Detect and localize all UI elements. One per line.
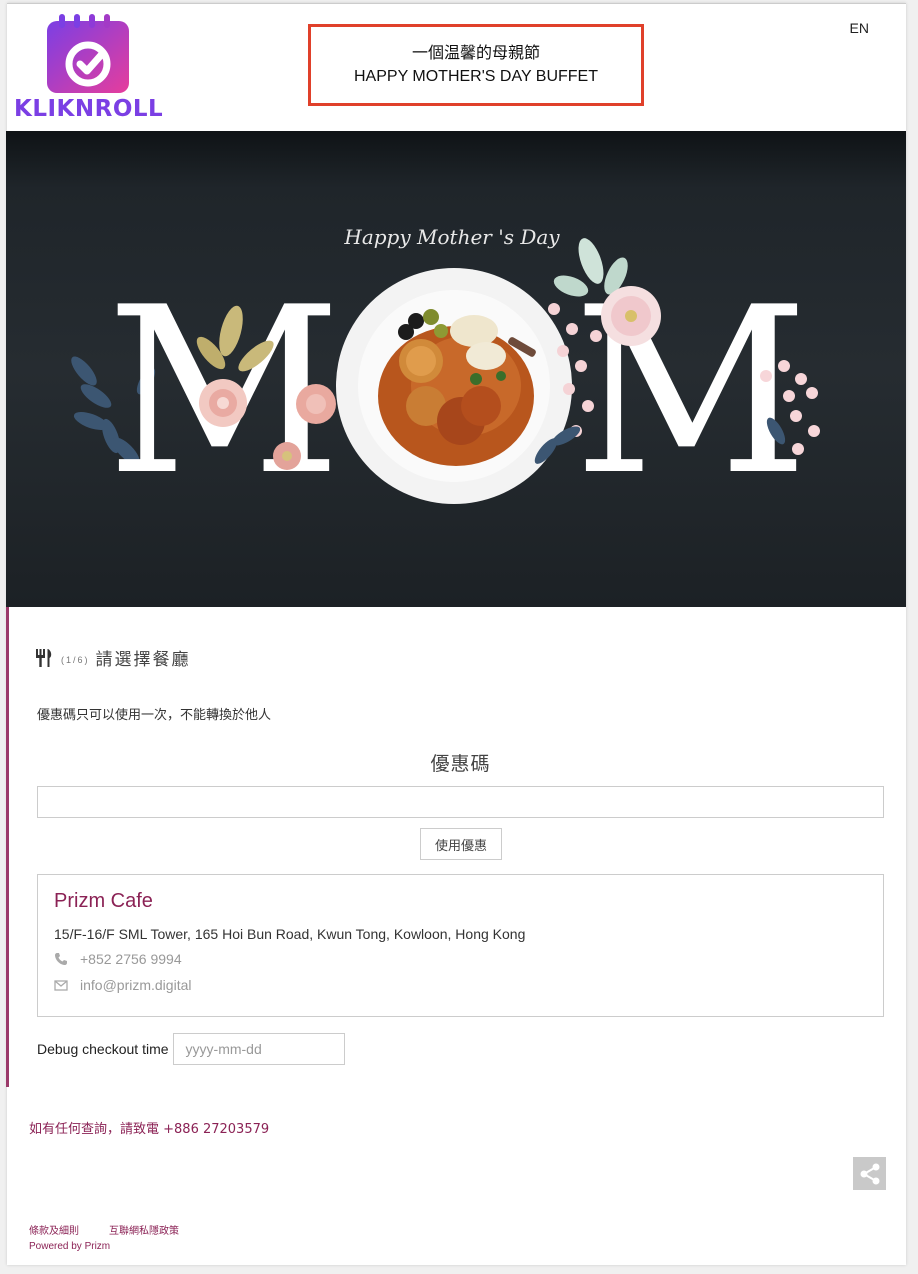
brand-wordmark: KLIKNROLL <box>14 96 164 122</box>
coupon-title: 優惠碼 <box>430 753 491 775</box>
restaurant-name: Prizm Cafe <box>54 890 153 912</box>
step-label: 請選擇餐廳 <box>95 650 191 670</box>
coupon-note: 優惠碼只可以使用一次，不能轉換於他人 <box>37 708 272 723</box>
restaurant-phone: +852 2756 9994 <box>80 951 182 967</box>
booking-step-panel: (1/6) 請選擇餐廳 優惠碼只可以使用一次，不能轉換於他人 優惠碼 使用優惠 … <box>6 607 906 1087</box>
restaurant-card[interactable]: Prizm Cafe 15/F-16/F SML Tower, 165 Hoi … <box>37 874 884 1017</box>
step-header: (1/6) 請選擇餐廳 <box>35 645 191 670</box>
debug-checkout-date-input[interactable]: yyyy-mm-dd <box>172 1033 345 1065</box>
campaign-title-box: 一個温馨的母親節 HAPPY MOTHER'S DAY BUFFET <box>308 24 644 106</box>
mothers-day-banner-art: Happy Mother 's Day M M <box>71 225 820 526</box>
language-toggle[interactable]: EN <box>850 20 869 36</box>
campaign-title-zh: 一個温馨的母親節 <box>411 43 540 62</box>
footer-links: 條款及細則 互聯網私隱政策 <box>29 1222 209 1237</box>
food-plate <box>336 268 572 504</box>
debug-checkout-row: Debug checkout time yyyy-mm-dd <box>37 1033 345 1065</box>
apply-coupon-button[interactable]: 使用優惠 <box>420 828 502 860</box>
powered-by[interactable]: Powered by Prizm <box>29 1241 110 1252</box>
banner-script-text: Happy Mother 's Day <box>343 225 560 249</box>
contact-info: 如有任何查詢，請致電 +886 27203579 <box>29 1122 270 1137</box>
debug-checkout-label: Debug checkout time <box>37 1041 169 1057</box>
kliknroll-logo[interactable]: KLIKNROLL <box>14 14 164 124</box>
restaurant-email: info@prizm.digital <box>80 977 192 993</box>
fork-knife-icon <box>36 648 52 667</box>
page: KLIKNROLL 一個温馨的母親節 HAPPY MOTHER'S DAY BU… <box>6 3 906 1265</box>
coupon-code-input[interactable] <box>37 786 884 818</box>
calendar-check-icon <box>47 14 129 93</box>
campaign-title-en: HAPPY MOTHER'S DAY BUFFET <box>354 68 598 85</box>
privacy-link[interactable]: 互聯網私隱政策 <box>109 1222 179 1237</box>
terms-link[interactable]: 條款及細則 <box>29 1222 79 1237</box>
step-counter: (1/6) <box>61 654 90 665</box>
restaurant-address: 15/F-16/F SML Tower, 165 Hoi Bun Road, K… <box>54 926 526 942</box>
restaurant-email-row: info@prizm.digital <box>54 977 191 993</box>
phone-icon <box>55 953 67 965</box>
hero-banner: Happy Mother 's Day M M <box>6 131 906 607</box>
share-icon <box>860 1163 879 1184</box>
restaurant-phone-row: +852 2756 9994 <box>54 951 182 967</box>
share-button[interactable] <box>853 1157 886 1190</box>
envelope-icon <box>54 980 68 991</box>
